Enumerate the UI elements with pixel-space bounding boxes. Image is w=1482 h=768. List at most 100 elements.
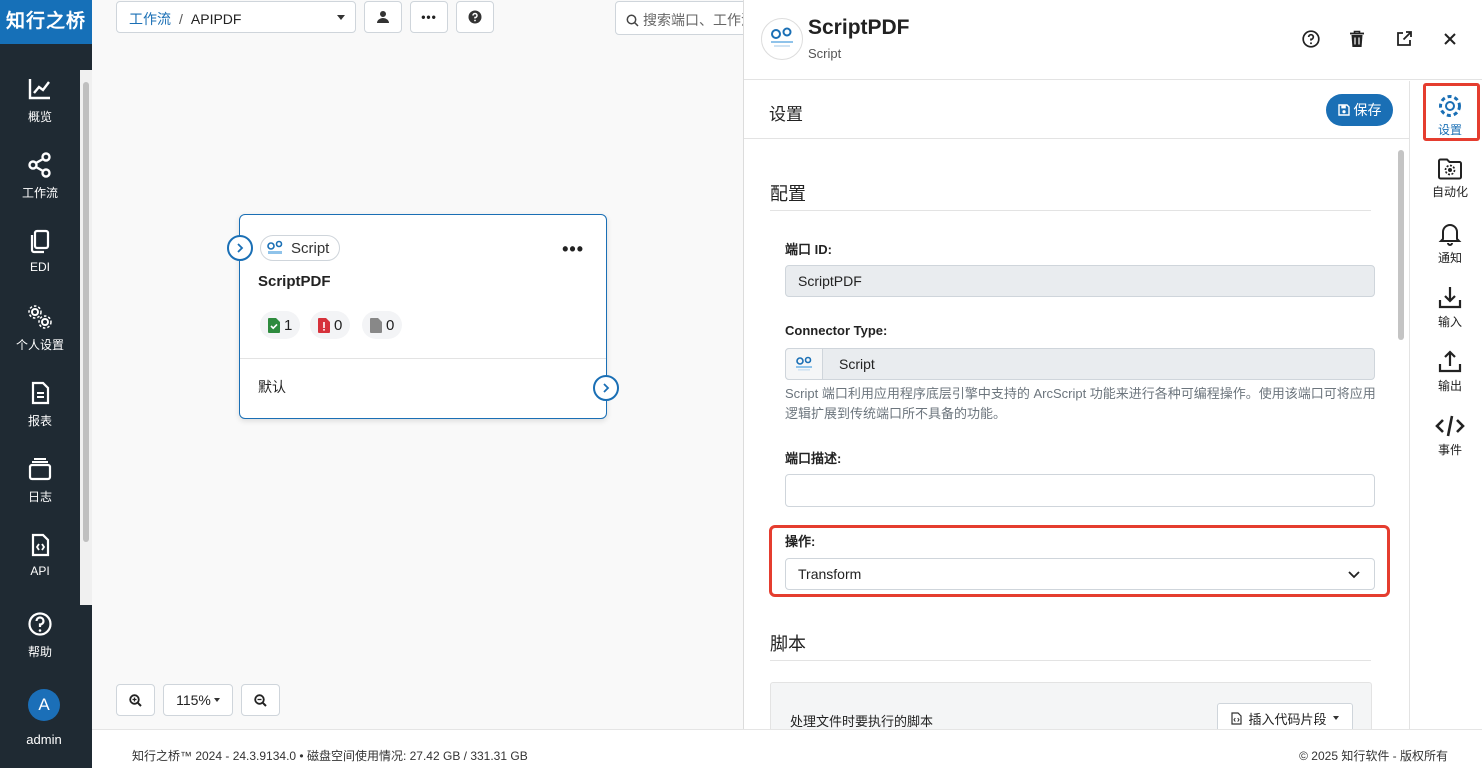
search-input[interactable]: 搜索端口、工作流 (615, 1, 755, 35)
nav-item-help[interactable]: 帮助 (0, 611, 80, 681)
snippet-label: 插入代码片段 (1248, 711, 1327, 727)
pending-count: 0 (386, 316, 395, 334)
tab-settings[interactable]: 设置 (1418, 87, 1482, 149)
nav-item-workflow[interactable]: 工作流 (0, 152, 80, 222)
tab-label: 事件 (1437, 443, 1462, 457)
pending-badge[interactable]: 0 (362, 311, 403, 339)
script-hint: 处理文件时要执行的脚本 (790, 714, 934, 729)
tab-label: 设置 (1437, 123, 1462, 137)
connector-description: Script 端口利用应用程序底层引擎中支持的 ArcScript 功能来进行各… (785, 386, 1376, 421)
error-badge[interactable]: 0 (310, 311, 351, 339)
footer-version: 知行之桥™ 2024 - 24.3.9134.0 • 磁盘空间使用情况: 27.… (132, 749, 528, 763)
panel-header: ScriptPDF Script (744, 0, 1482, 80)
file-check-icon (268, 317, 280, 333)
download-icon (1438, 287, 1462, 309)
question-circle-icon (1302, 30, 1320, 48)
open-external-button[interactable] (1393, 28, 1415, 50)
node-divider (240, 358, 606, 359)
question-circle-icon (468, 10, 482, 24)
tab-label: 自动化 (1431, 185, 1468, 199)
connector-type-field[interactable]: Script (785, 348, 1375, 380)
delete-button[interactable] (1346, 28, 1368, 50)
footer-copyright: © 2025 知行软件 - 版权所有 (1299, 749, 1448, 763)
report-icon (27, 380, 53, 406)
scrollbar-thumb[interactable] (83, 82, 89, 542)
nav-item-overview[interactable]: 概览 (0, 76, 80, 146)
save-label: 保存 (1353, 102, 1382, 118)
zoom-level-dropdown[interactable]: 115% (163, 684, 233, 716)
help-button[interactable] (456, 1, 494, 33)
nav-label: 概览 (27, 110, 52, 124)
nav-item-reports[interactable]: 报表 (0, 380, 80, 450)
success-count: 1 (284, 316, 293, 334)
port-panel: ScriptPDF Script 设置 保存 配置 端口 ID: ScriptP… (743, 0, 1482, 729)
save-button[interactable]: 保存 (1326, 94, 1393, 126)
workflow-node[interactable]: Script ScriptPDF ••• 1 0 0 默认 (239, 214, 607, 419)
node-input-port[interactable] (227, 235, 253, 261)
breadcrumb[interactable]: 工作流 / APIPDF (116, 1, 356, 33)
gear-icon (1439, 95, 1461, 117)
nav-scrollbar[interactable] (80, 70, 92, 605)
script-logo-icon (267, 240, 283, 254)
more-button[interactable]: ••• (410, 1, 448, 33)
node-output-port[interactable] (593, 375, 619, 401)
chevron-down-icon (1348, 571, 1360, 579)
panel-title: ScriptPDF (808, 16, 910, 39)
node-output-label: 默认 (258, 379, 286, 395)
breadcrumb-current: APIPDF (190, 11, 242, 27)
tab-automation[interactable]: 自动化 (1418, 151, 1482, 213)
help-button[interactable] (1300, 28, 1322, 50)
operation-label: 操作: (785, 534, 816, 549)
node-more-button[interactable]: ••• (562, 239, 584, 260)
tab-events[interactable]: 事件 (1418, 407, 1482, 469)
left-nav: 知行之桥 概览 工作流 EDI 个人设置 报表 日志 API 帮助 A admi… (0, 0, 92, 768)
caret-down-icon (213, 698, 220, 702)
insert-snippet-button[interactable]: 插入代码片段 (1217, 703, 1353, 729)
upload-icon (1438, 350, 1462, 373)
nav-item-edi[interactable]: EDI (0, 228, 80, 298)
tab-input[interactable]: 输入 (1418, 279, 1482, 341)
file-icon (370, 317, 382, 333)
port-description-textarea[interactable] (785, 474, 1375, 507)
script-section-title: 脚本 (770, 634, 806, 654)
workflow-icon (27, 152, 53, 178)
trash-icon (1350, 30, 1364, 47)
tab-label: 输出 (1437, 379, 1462, 393)
close-button[interactable] (1439, 28, 1461, 50)
code-icon (1435, 415, 1465, 437)
breadcrumb-parent[interactable]: 工作流 (129, 11, 171, 27)
log-icon (27, 456, 53, 482)
node-title: ScriptPDF (258, 273, 331, 290)
panel-scrollbar[interactable] (1395, 140, 1407, 729)
operation-select[interactable]: Transform (785, 558, 1375, 590)
external-link-icon (1397, 31, 1412, 46)
panel-tabs: 设置 自动化 通知 输入 输出 事件 (1409, 81, 1482, 729)
zoom-out-icon (254, 693, 267, 707)
nav-item-settings[interactable]: 个人设置 (0, 304, 80, 374)
nav-label: API (30, 564, 50, 578)
zoom-in-button[interactable] (116, 684, 155, 716)
user-name[interactable]: admin (0, 732, 88, 747)
copy-icon (27, 228, 53, 254)
nav-label: 报表 (27, 414, 52, 428)
script-logo-icon (761, 18, 803, 60)
chevron-right-icon (603, 383, 610, 393)
folder-gear-icon (1438, 158, 1462, 180)
close-icon (1444, 33, 1456, 45)
app-logo[interactable]: 知行之桥 (0, 0, 92, 44)
zoom-in-icon (129, 693, 142, 707)
success-badge[interactable]: 1 (260, 311, 301, 339)
user-button[interactable] (364, 1, 402, 33)
chevron-right-icon (237, 243, 244, 253)
port-id-field[interactable]: ScriptPDF (785, 265, 1375, 297)
nav-item-logs[interactable]: 日志 (0, 456, 80, 526)
avatar[interactable]: A (28, 689, 60, 721)
tab-notifications[interactable]: 通知 (1418, 215, 1482, 277)
zoom-out-button[interactable] (241, 684, 280, 716)
scrollbar-thumb[interactable] (1398, 150, 1404, 340)
tab-output[interactable]: 输出 (1418, 343, 1482, 405)
nav-item-api[interactable]: API (0, 532, 80, 602)
nav-label: 个人设置 (15, 338, 64, 352)
panel-subtitle: Script (808, 46, 842, 61)
error-count: 0 (334, 316, 343, 334)
